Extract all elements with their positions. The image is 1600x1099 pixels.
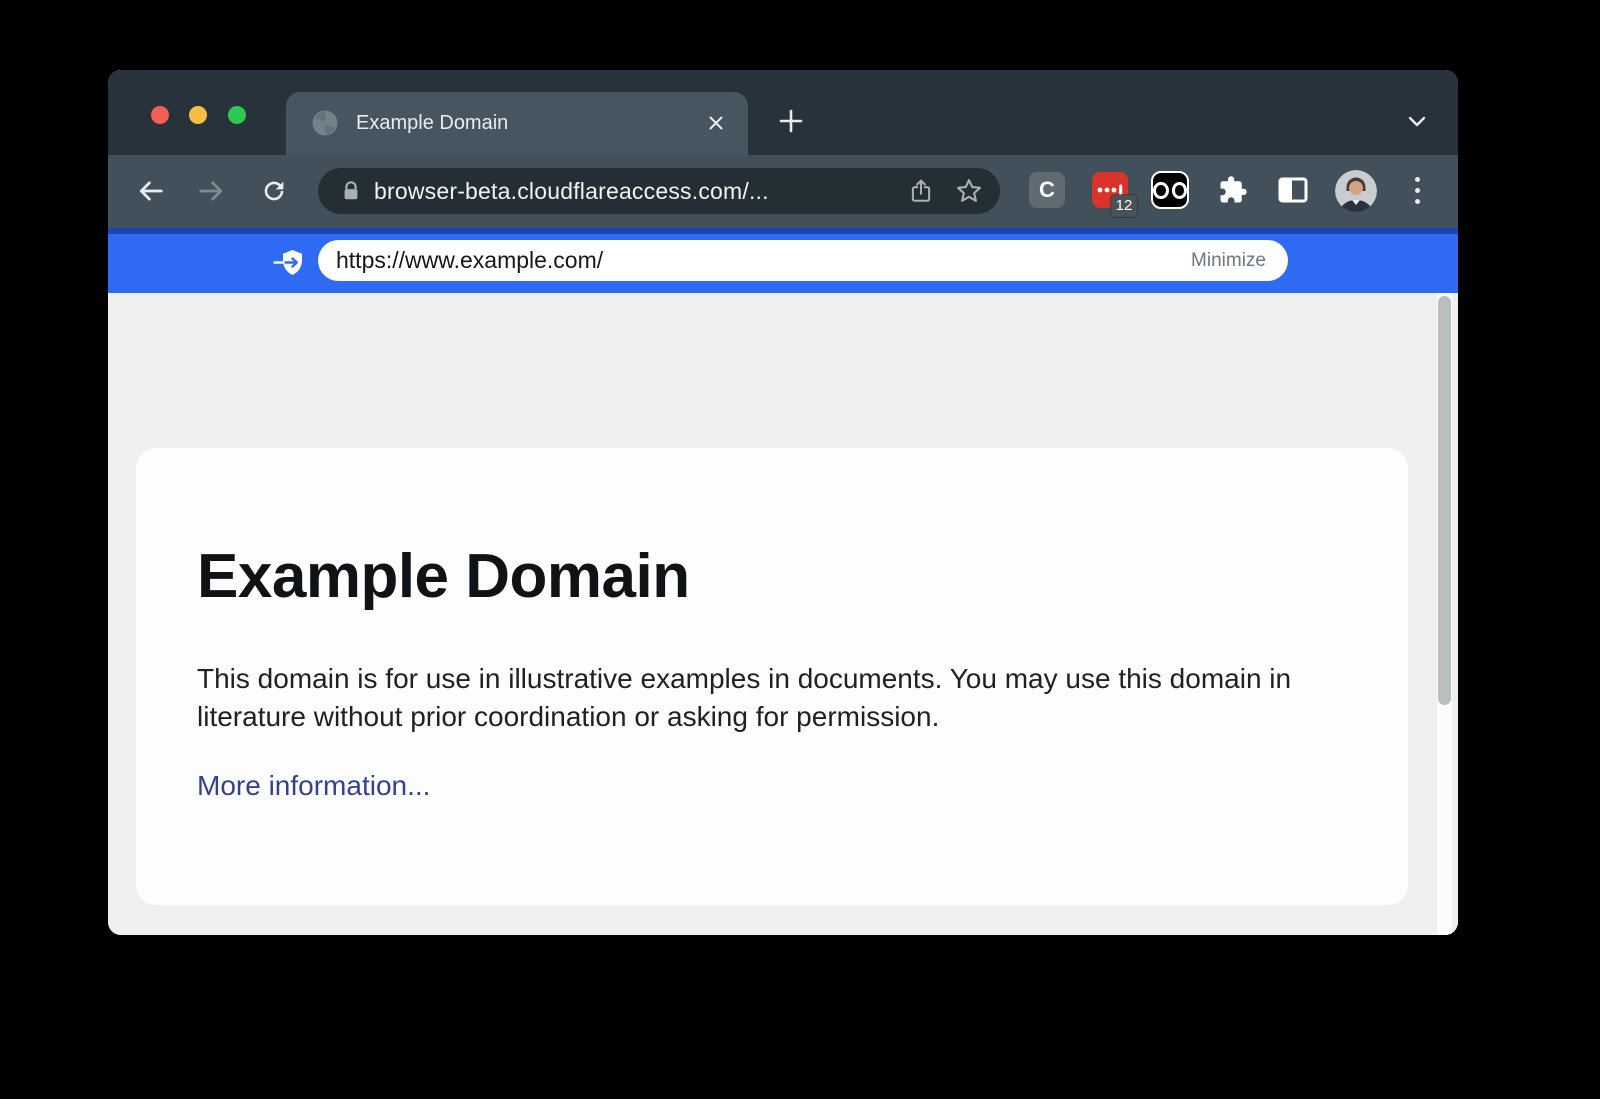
extension-c-icon[interactable]: C	[1029, 172, 1065, 208]
shield-arrow-icon	[273, 248, 305, 278]
password-manager-extension-icon[interactable]: 12	[1092, 172, 1128, 208]
extension-badge: 12	[1111, 195, 1137, 217]
extensions-puzzle-icon[interactable]	[1215, 172, 1251, 208]
window-close-button[interactable]	[151, 106, 169, 124]
isolation-url-bar: https://www.example.com/ Minimize	[108, 228, 1458, 293]
page-paragraph: This domain is for use in illustrative e…	[197, 660, 1362, 736]
more-information-link[interactable]: More information...	[197, 770, 430, 802]
minimize-bar-button[interactable]: Minimize	[1191, 250, 1266, 272]
ring-right	[1172, 182, 1188, 199]
isolation-url-text: https://www.example.com/	[336, 247, 1191, 274]
side-panel-icon[interactable]	[1275, 172, 1311, 208]
lock-icon	[340, 179, 362, 203]
bookmark-star-icon[interactable]	[952, 174, 986, 208]
forward-icon[interactable]	[192, 171, 232, 211]
back-icon[interactable]	[130, 171, 170, 211]
new-tab-plus-icon[interactable]	[773, 103, 809, 139]
browser-menu-kebab-icon[interactable]	[1409, 172, 1425, 208]
browser-toolbar: browser-beta.cloudflareaccess.com/... C	[108, 155, 1458, 228]
window-zoom-button[interactable]	[228, 106, 246, 124]
profile-avatar[interactable]	[1335, 170, 1377, 212]
window-minimize-button[interactable]	[189, 106, 207, 124]
address-url-text: browser-beta.cloudflareaccess.com/...	[374, 178, 904, 205]
page-title: Example Domain	[197, 546, 690, 608]
tab-strip: Example Domain	[108, 70, 1458, 155]
page-viewport: Example Domain This domain is for use in…	[108, 293, 1458, 935]
browser-window: Example Domain browser-beta.clo	[108, 70, 1458, 935]
scrollbar-thumb[interactable]	[1438, 296, 1451, 705]
globe-favicon-icon	[310, 108, 340, 138]
tab-search-chevron-down-icon[interactable]	[1401, 105, 1433, 137]
example-domain-card: Example Domain This domain is for use in…	[136, 448, 1408, 905]
extension-c-label: C	[1039, 177, 1055, 203]
reload-icon[interactable]	[254, 171, 294, 211]
isolation-url-field[interactable]: https://www.example.com/ Minimize	[318, 240, 1288, 281]
tab-example-domain[interactable]: Example Domain	[286, 92, 748, 155]
two-circles-extension-icon[interactable]	[1151, 171, 1189, 209]
share-icon[interactable]	[904, 174, 938, 208]
ring-left	[1153, 182, 1169, 199]
tab-close-icon[interactable]	[702, 109, 730, 137]
scrollbar-track[interactable]	[1437, 293, 1452, 935]
address-bar[interactable]: browser-beta.cloudflareaccess.com/...	[318, 168, 1000, 214]
tab-title: Example Domain	[356, 92, 508, 155]
